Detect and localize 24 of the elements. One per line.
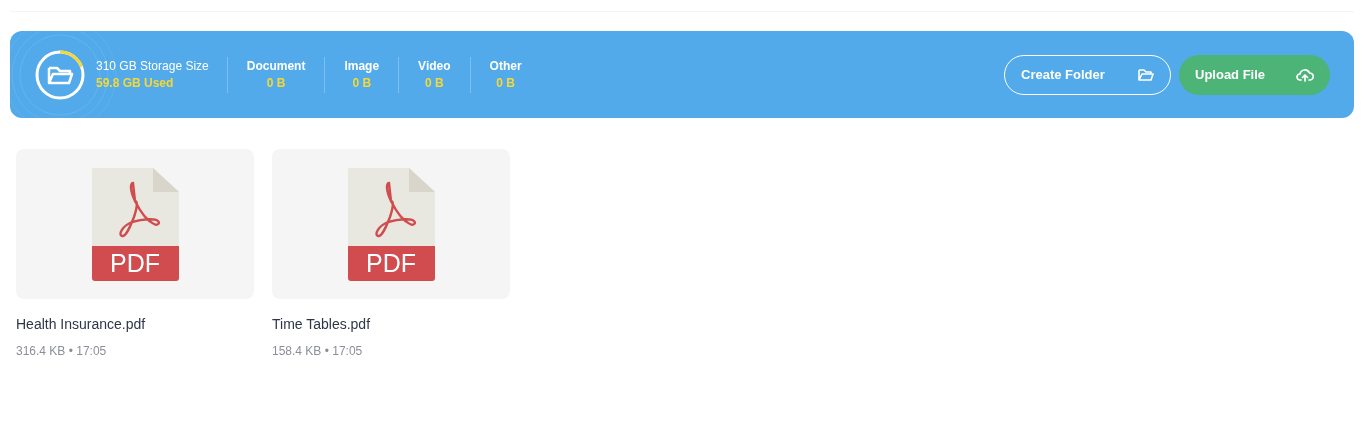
upload-file-button[interactable]: Upload File — [1179, 54, 1330, 95]
category-label: Image — [344, 57, 380, 75]
file-name[interactable]: Health Insurance.pdf — [16, 315, 146, 333]
file-card[interactable]: PDF — [16, 149, 254, 299]
file-card[interactable]: PDF — [272, 149, 510, 299]
pdf-label: PDF — [365, 248, 417, 279]
category-label: Other — [489, 57, 522, 75]
cloud-upload-icon — [1296, 67, 1314, 82]
category-label: Video — [418, 57, 451, 75]
storage-ring-icon — [34, 48, 86, 101]
storage-used: 59.8 GB Used — [96, 74, 175, 92]
category-label: Document — [246, 57, 306, 75]
category-size: 0 B — [266, 74, 286, 92]
storage-size: 310 GB Storage Size — [96, 57, 209, 75]
category-size: 0 B — [352, 74, 372, 92]
category-size: 0 B — [425, 74, 444, 92]
category-size: 0 B — [496, 74, 515, 92]
file-name[interactable]: Time Tables.pdf — [272, 315, 371, 333]
file-meta: 316.4 KB • 17:05 — [16, 343, 107, 359]
folder-icon — [1138, 67, 1154, 82]
pdf-file-icon — [91, 167, 179, 281]
pdf-file-icon — [347, 167, 435, 281]
file-meta: 158.4 KB • 17:05 — [272, 343, 363, 359]
pdf-label: PDF — [109, 248, 161, 279]
